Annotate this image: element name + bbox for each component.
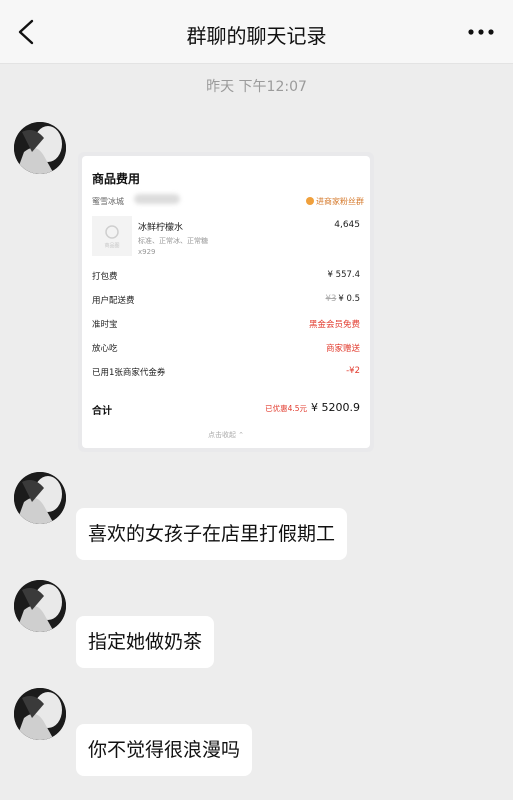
message-bubble[interactable]: 你不觉得很浪漫吗	[76, 724, 253, 776]
fee-value: ¥ 557.4	[327, 270, 360, 280]
total-amount: 已优惠4.5元 ¥ 5200.9	[265, 401, 360, 414]
message-bubble[interactable]: 喜欢的女孩子在店里打假期工	[76, 508, 348, 560]
coupon-row: 已用1张商家代金券 -¥2	[92, 366, 360, 380]
discount-note: 已优惠4.5元	[265, 404, 308, 413]
blurred-store-suffix	[134, 194, 180, 204]
fee-row: 放心吃 商家赠送	[92, 342, 360, 356]
product-spec: 标准、正常冰、正常糖	[138, 237, 208, 245]
store-name: 蜜雪冰城	[92, 197, 124, 206]
message-bubble[interactable]: 指定她做奶茶	[76, 616, 215, 668]
fee-label: 放心吃	[92, 344, 118, 354]
avatar[interactable]	[14, 472, 66, 524]
product-price: 4,645	[334, 220, 360, 230]
fee-label: 准时宝	[92, 320, 118, 330]
product-image-text: 商品图	[104, 242, 119, 249]
fee-value: ¥ 0.5	[338, 294, 360, 304]
avatar-image-icon	[14, 688, 66, 740]
product-name: 冰鲜柠檬水	[138, 223, 184, 233]
avatar[interactable]	[14, 122, 66, 174]
fans-group-link: 进商家粉丝群	[306, 196, 364, 207]
collapse-link: 点击收起 ⌃	[207, 431, 245, 439]
total-label: 合计	[92, 406, 112, 417]
fee-row: 准时宝 黑金会员免费	[92, 318, 360, 332]
fee-row: 用户配送费 ¥3 ¥ 0.5	[92, 294, 360, 308]
fans-group-icon	[306, 197, 314, 205]
more-dots-icon	[468, 29, 494, 35]
order-screenshot-image[interactable]: 商品费用 蜜雪冰城 进商家粉丝群 商品图 冰鲜柠檬水 标准、正常冰、正常糖 x9…	[78, 152, 374, 452]
fee-original-value: ¥3	[325, 294, 337, 304]
total-value: ¥ 5200.9	[311, 401, 360, 414]
order-receipt: 商品费用 蜜雪冰城 进商家粉丝群 商品图 冰鲜柠檬水 标准、正常冰、正常糖 x9…	[82, 156, 370, 448]
fee-row: 打包费 ¥ 557.4	[92, 270, 360, 284]
avatar[interactable]	[14, 580, 66, 632]
message-timestamp: 昨天 下午12:07	[206, 79, 307, 95]
receipt-heading: 商品费用	[92, 172, 141, 186]
fee-value: -¥2	[346, 366, 360, 376]
fee-value: 商家赠送	[325, 344, 360, 354]
avatar-image-icon	[14, 472, 66, 524]
product-quantity: x929	[138, 248, 156, 256]
product-placeholder-icon: 商品图	[92, 216, 132, 256]
page-title: 群聊的聊天记录	[186, 24, 327, 48]
fee-label: 用户配送费	[92, 296, 135, 306]
fee-label: 打包费	[92, 272, 118, 282]
avatar[interactable]	[14, 688, 66, 740]
avatar-image-icon	[14, 580, 66, 632]
fee-label: 已用1张商家代金券	[92, 368, 166, 378]
product-thumbnail: 商品图	[92, 216, 132, 256]
avatar-image-icon	[14, 122, 66, 174]
nav-bar: 群聊的聊天记录	[0, 0, 513, 64]
fee-value: 黑金会员免费	[308, 320, 360, 330]
more-button[interactable]	[461, 14, 501, 50]
